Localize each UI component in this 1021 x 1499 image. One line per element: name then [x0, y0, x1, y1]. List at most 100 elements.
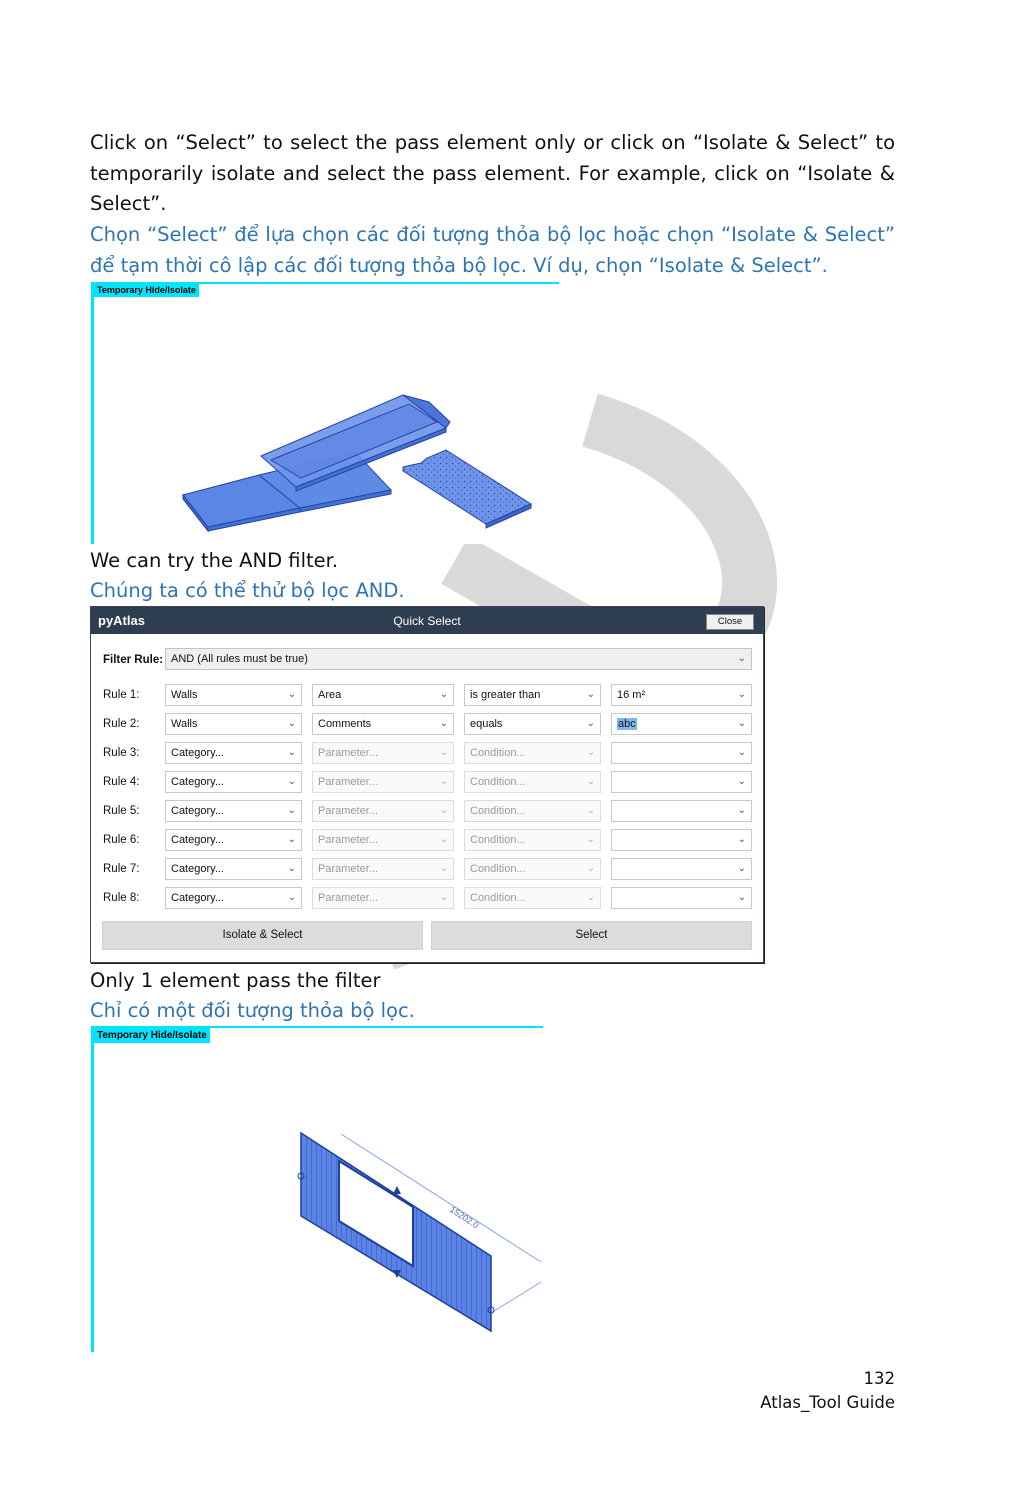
isolate-select-button[interactable]: Isolate & Select — [102, 921, 423, 950]
chevron-down-icon: ⌄ — [737, 834, 746, 845]
rule-parameter-value: Parameter... — [318, 834, 378, 846]
rule-parameter-value: Parameter... — [318, 805, 378, 817]
quick-select-dialog: pyAtlas Quick Select Close Filter Rule: … — [90, 606, 764, 963]
chevron-down-icon: ⌄ — [586, 776, 595, 787]
rule-label: Rule 5: — [103, 805, 140, 817]
filter-rule-label: Filter Rule: — [103, 654, 164, 666]
chevron-down-icon: ⌄ — [586, 892, 595, 903]
chevron-down-icon: ⌄ — [586, 689, 595, 700]
chevron-down-icon: ⌄ — [439, 834, 448, 845]
rule-label: Rule 6: — [103, 834, 140, 846]
rule-parameter-select[interactable]: Comments ⌄ — [312, 713, 454, 735]
floor-elements-view — [182, 394, 533, 533]
instruction-text-en: Click on “Select” to select the pass ele… — [90, 131, 895, 215]
rule-condition-select[interactable]: Condition... ⌄ — [464, 771, 601, 793]
rule-parameter-select[interactable]: Parameter... ⌄ — [312, 829, 454, 851]
rule-condition-value: equals — [470, 718, 503, 730]
chevron-down-icon: ⌄ — [586, 718, 595, 729]
rule-parameter-select[interactable]: Parameter... ⌄ — [312, 742, 454, 764]
chevron-down-icon: ⌄ — [737, 776, 746, 787]
rule-value-select[interactable]: ⌄ — [611, 887, 752, 909]
chevron-down-icon: ⌄ — [586, 863, 595, 874]
chevron-down-icon: ⌄ — [737, 718, 746, 729]
dialog-titlebar: pyAtlas Quick Select Close — [91, 607, 763, 634]
chevron-down-icon: ⌄ — [287, 776, 296, 787]
rule-category-select[interactable]: Walls ⌄ — [165, 684, 302, 706]
filter-rule-select[interactable]: AND (All rules must be true) ⌄ — [165, 648, 752, 670]
dialog-title: Quick Select — [393, 614, 461, 628]
rule-value-select[interactable]: ⌄ — [611, 742, 752, 764]
chevron-down-icon: ⌄ — [439, 776, 448, 787]
chevron-down-icon: ⌄ — [439, 892, 448, 903]
rule-category-select[interactable]: Category... ⌄ — [165, 742, 302, 764]
rule-parameter-value: Comments — [318, 718, 372, 730]
chevron-down-icon: ⌄ — [586, 805, 595, 816]
chevron-down-icon: ⌄ — [287, 892, 296, 903]
rule-category-select[interactable]: Walls ⌄ — [165, 713, 302, 735]
chevron-down-icon: ⌄ — [287, 747, 296, 758]
chevron-down-icon: ⌄ — [737, 653, 746, 664]
filter-rule-value: AND (All rules must be true) — [171, 653, 308, 665]
chevron-down-icon: ⌄ — [737, 689, 746, 700]
rule-value-select[interactable]: ⌄ — [611, 829, 752, 851]
rule-parameter-select[interactable]: Parameter... ⌄ — [312, 771, 454, 793]
rule-value-select[interactable]: abc ⌄ — [611, 713, 752, 735]
rule-condition-value: Condition... — [470, 776, 526, 788]
rule-label: Rule 1: — [103, 689, 140, 701]
rule-label: Rule 8: — [103, 892, 140, 904]
select-button[interactable]: Select — [431, 921, 752, 950]
dimension-label: 15202.0 — [448, 1204, 481, 1230]
rule-condition-value: Condition... — [470, 834, 526, 846]
rule-parameter-select[interactable]: Parameter... ⌄ — [312, 858, 454, 880]
rule-category-value: Category... — [171, 892, 224, 904]
chevron-down-icon: ⌄ — [586, 834, 595, 845]
rule-parameter-value: Parameter... — [318, 863, 378, 875]
rule-condition-value: Condition... — [470, 863, 526, 875]
rule-category-select[interactable]: Category... ⌄ — [165, 829, 302, 851]
rule-condition-select[interactable]: Condition... ⌄ — [464, 829, 601, 851]
close-button[interactable]: Close — [706, 614, 754, 630]
rule-condition-select[interactable]: Condition... ⌄ — [464, 858, 601, 880]
chevron-down-icon: ⌄ — [439, 805, 448, 816]
rule-category-select[interactable]: Category... ⌄ — [165, 858, 302, 880]
rule-category-value: Category... — [171, 747, 224, 759]
rule-value-select[interactable]: 16 m² ⌄ — [611, 684, 752, 706]
rule-value-select[interactable]: ⌄ — [611, 858, 752, 880]
chevron-down-icon: ⌄ — [439, 747, 448, 758]
rule-parameter-value: Parameter... — [318, 776, 378, 788]
rule-label: Rule 2: — [103, 718, 140, 730]
chevron-down-icon: ⌄ — [586, 747, 595, 758]
rule-category-value: Category... — [171, 863, 224, 875]
chevron-down-icon: ⌄ — [737, 805, 746, 816]
rule-condition-select[interactable]: Condition... ⌄ — [464, 742, 601, 764]
chevron-down-icon: ⌄ — [737, 747, 746, 758]
chevron-down-icon: ⌄ — [287, 863, 296, 874]
rule-condition-select[interactable]: equals ⌄ — [464, 713, 601, 735]
rule-condition-select[interactable]: Condition... ⌄ — [464, 800, 601, 822]
rule-value-select[interactable]: ⌄ — [611, 800, 752, 822]
document-title: Atlas_Tool Guide — [760, 1393, 895, 1412]
chevron-down-icon: ⌄ — [737, 892, 746, 903]
rule-condition-select[interactable]: is greater than ⌄ — [464, 684, 601, 706]
rule-condition-value: Condition... — [470, 805, 526, 817]
rule-parameter-select[interactable]: Parameter... ⌄ — [312, 800, 454, 822]
rule-label: Rule 4: — [103, 776, 140, 788]
chevron-down-icon: ⌄ — [439, 718, 448, 729]
rule-parameter-select[interactable]: Parameter... ⌄ — [312, 887, 454, 909]
chevron-down-icon: ⌄ — [439, 689, 448, 700]
rule-parameter-value: Area — [318, 689, 342, 701]
rule-category-select[interactable]: Category... ⌄ — [165, 887, 302, 909]
rule-category-select[interactable]: Category... ⌄ — [165, 800, 302, 822]
chevron-down-icon: ⌄ — [287, 689, 296, 700]
rule-value-select[interactable]: ⌄ — [611, 771, 752, 793]
rule-category-value: Walls — [171, 718, 198, 730]
chevron-down-icon: ⌄ — [439, 863, 448, 874]
rule-category-select[interactable]: Category... ⌄ — [165, 771, 302, 793]
wall-element-view: 15202.0 — [297, 1131, 542, 1333]
instruction-text-vi: Chọn “Select” để lựa chọn các đối tượng … — [90, 223, 895, 277]
rule-parameter-select[interactable]: Area ⌄ — [312, 684, 454, 706]
page-number: 132 — [863, 1369, 896, 1388]
and-filter-text-en: We can try the AND filter. — [90, 549, 339, 572]
rule-label: Rule 7: — [103, 863, 140, 875]
rule-condition-select[interactable]: Condition... ⌄ — [464, 887, 601, 909]
